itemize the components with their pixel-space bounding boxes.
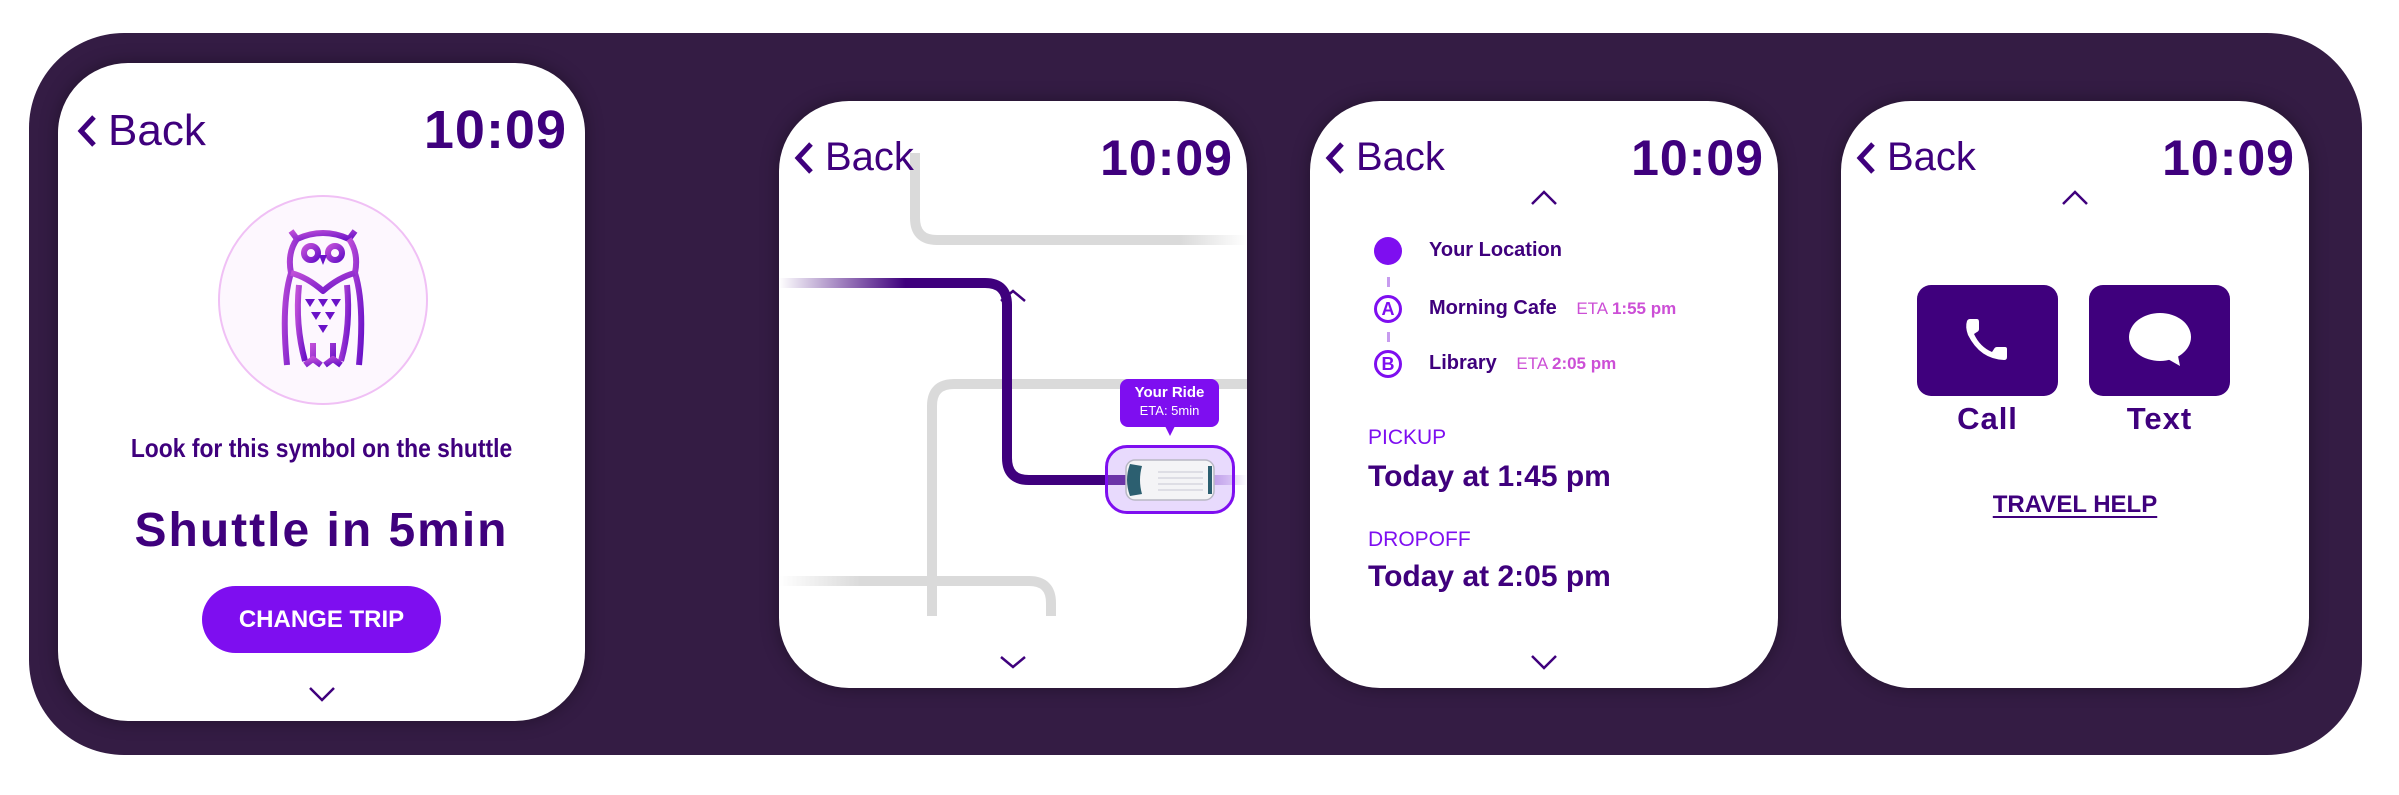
watch-screen-trip-details: Back 10:09 Your Location A Morning Cafe … [1310, 101, 1778, 688]
call-button[interactable] [1917, 285, 2058, 396]
back-label: Back [1356, 135, 1445, 179]
stop-eta: ETA 1:55 pm [1576, 299, 1676, 318]
back-label: Back [825, 135, 914, 179]
back-button[interactable]: Back [1855, 135, 1976, 180]
vehicle-marker[interactable] [1105, 445, 1235, 514]
stop-row[interactable]: Morning Cafe ETA 1:55 pm [1429, 297, 1676, 320]
back-label: Back [108, 106, 206, 155]
watch-screen-contact: Back 10:09 Call Text TRAVEL HELP [1841, 101, 2309, 688]
ride-callout: Your Ride ETA: 5min [1120, 379, 1219, 436]
text-button[interactable] [2089, 285, 2230, 396]
route-connector [1387, 277, 1390, 287]
watch-screen-shuttle-status: Back 10:09 Look for this symbol on the s… [58, 63, 585, 721]
stop-name: Morning Cafe [1429, 297, 1557, 319]
clock-time: 10:09 [2162, 130, 2295, 186]
dropoff-time: Today at 2:05 pm [1368, 560, 1611, 593]
change-trip-button[interactable]: CHANGE TRIP [202, 586, 441, 653]
owl-icon [281, 229, 365, 368]
pickup-label: PICKUP [1368, 426, 1447, 449]
route-connector [1387, 332, 1390, 342]
stop-name: Your Location [1429, 239, 1562, 261]
chevron-down-icon[interactable] [308, 686, 336, 702]
ride-callout-title: Your Ride [1134, 384, 1205, 401]
chevron-up-icon[interactable] [2061, 190, 2089, 206]
chat-bubble-icon [2128, 312, 2191, 366]
stop-marker-a-icon: A [1374, 295, 1402, 323]
stop-eta: ETA 2:05 pm [1516, 354, 1616, 373]
symbol-instruction: Look for this symbol on the shuttle [130, 433, 513, 463]
eta-time: 1:55 pm [1611, 299, 1677, 318]
eta-label: ETA [1576, 299, 1608, 318]
current-location-dot-icon [1374, 237, 1402, 265]
shuttle-eta-headline: Shuttle in 5min [134, 504, 509, 557]
clock-time: 10:09 [1100, 130, 1233, 186]
phone-icon [1965, 318, 2007, 360]
eta-label: ETA [1516, 354, 1548, 373]
chevron-left-icon [794, 141, 813, 174]
stop-name: Library [1429, 352, 1497, 374]
chevron-down-icon[interactable] [1530, 654, 1558, 670]
chevron-left-icon [77, 115, 96, 147]
chevron-down-icon [1000, 656, 1026, 669]
back-button[interactable]: Back [1324, 135, 1445, 180]
clock-time: 10:09 [423, 100, 567, 160]
text-label: Text [2126, 401, 2193, 436]
call-label: Call [1957, 401, 2018, 436]
pickup-time: Today at 1:45 pm [1368, 460, 1611, 493]
ride-callout-eta: ETA: 5min [1139, 403, 1200, 418]
chevron-left-icon [1856, 141, 1875, 174]
shuttle-symbol-badge [218, 195, 428, 405]
stop-row[interactable]: Library ETA 2:05 pm [1429, 352, 1616, 375]
back-button[interactable]: Back [793, 135, 914, 180]
stop-marker-b-icon: B [1374, 350, 1402, 378]
clock-time: 10:09 [1631, 130, 1764, 186]
back-label: Back [1887, 135, 1976, 179]
watch-screen-map: Back 10:09 Your Ride ETA: 5min [779, 101, 1247, 688]
dropoff-label: DROPOFF [1368, 528, 1471, 551]
back-button[interactable]: Back [76, 106, 206, 156]
eta-time: 2:05 pm [1551, 354, 1617, 373]
travel-help-link[interactable]: TRAVEL HELP [1841, 491, 2309, 519]
van-icon [1125, 459, 1215, 501]
road [779, 576, 1056, 616]
chevron-left-icon [1325, 141, 1344, 174]
chevron-up-icon[interactable] [1530, 190, 1558, 206]
